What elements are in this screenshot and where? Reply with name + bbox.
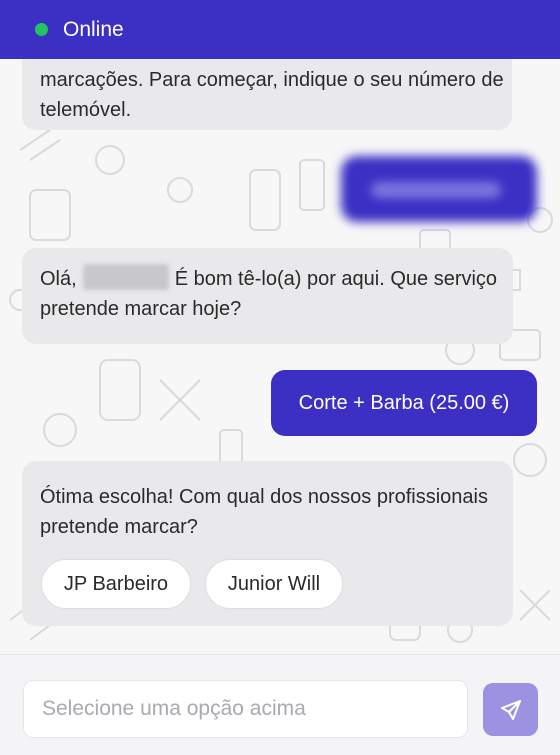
send-icon bbox=[500, 699, 521, 720]
redacted-name bbox=[82, 264, 169, 290]
user-message-redacted bbox=[341, 156, 537, 222]
bot-message: Olá, É bom tê-lo(a) por aqui. Que serviço… bbox=[22, 248, 513, 344]
chat-header: Online bbox=[0, 0, 560, 59]
message-input[interactable] bbox=[23, 680, 468, 738]
option-button-junior-will[interactable]: Junior Will bbox=[205, 559, 343, 609]
bot-message-text: Ótima escolha! Com qual dos nossos profi… bbox=[40, 486, 488, 538]
user-message: Corte + Barba (25.00 €) bbox=[271, 370, 537, 436]
send-button[interactable] bbox=[483, 683, 538, 736]
redacted-phone-number bbox=[371, 182, 501, 198]
user-message-text: Corte + Barba (25.00 €) bbox=[298, 391, 510, 414]
online-status-label: Online bbox=[63, 17, 124, 41]
option-button-jp-barbeiro[interactable]: JP Barbeiro bbox=[41, 559, 191, 609]
chat-area[interactable]: marcações. Para começar, indique o seu n… bbox=[0, 59, 560, 654]
bot-message-text: marcações. Para começar, indique o seu n… bbox=[40, 69, 504, 121]
greeting-prefix: Olá, bbox=[40, 268, 77, 290]
bot-message: marcações. Para começar, indique o seu n… bbox=[22, 59, 512, 130]
online-status-icon bbox=[35, 23, 48, 36]
